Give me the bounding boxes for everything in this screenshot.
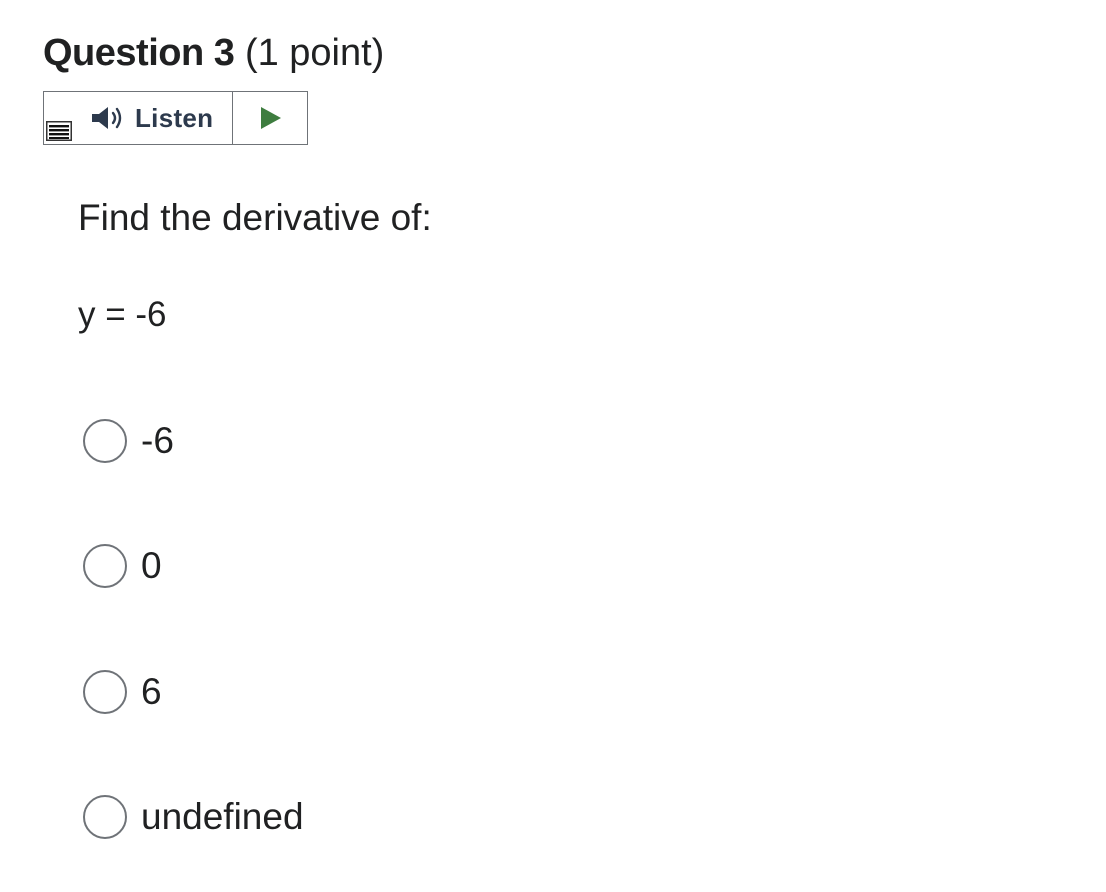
play-icon — [261, 107, 281, 129]
question-title: Question 3 — [43, 32, 235, 74]
radio-button[interactable] — [83, 670, 127, 714]
option-label: 6 — [141, 671, 162, 712]
question-points: (1 point) — [244, 32, 385, 74]
option-label: undefined — [141, 796, 304, 837]
speaker-icon — [92, 107, 122, 129]
question-header: Question 3 (1 point) — [43, 30, 384, 76]
listen-label: Listen — [135, 102, 214, 133]
option-label: -6 — [141, 420, 174, 461]
menu-bars-icon[interactable] — [46, 121, 72, 141]
play-button[interactable] — [233, 92, 307, 144]
question-equation: y = -6 — [78, 295, 167, 334]
question-prompt: Find the derivative of: — [78, 197, 432, 238]
listen-button[interactable]: Listen — [44, 92, 233, 144]
option-label: 0 — [141, 545, 162, 586]
radio-button[interactable] — [83, 544, 127, 588]
answer-option[interactable]: -6 — [83, 418, 174, 464]
radio-button[interactable] — [83, 795, 127, 839]
answer-option[interactable]: 0 — [83, 543, 162, 589]
answer-option[interactable]: 6 — [83, 669, 162, 715]
listen-widget: Listen — [43, 91, 308, 145]
radio-button[interactable] — [83, 419, 127, 463]
answer-option[interactable]: undefined — [83, 794, 304, 840]
